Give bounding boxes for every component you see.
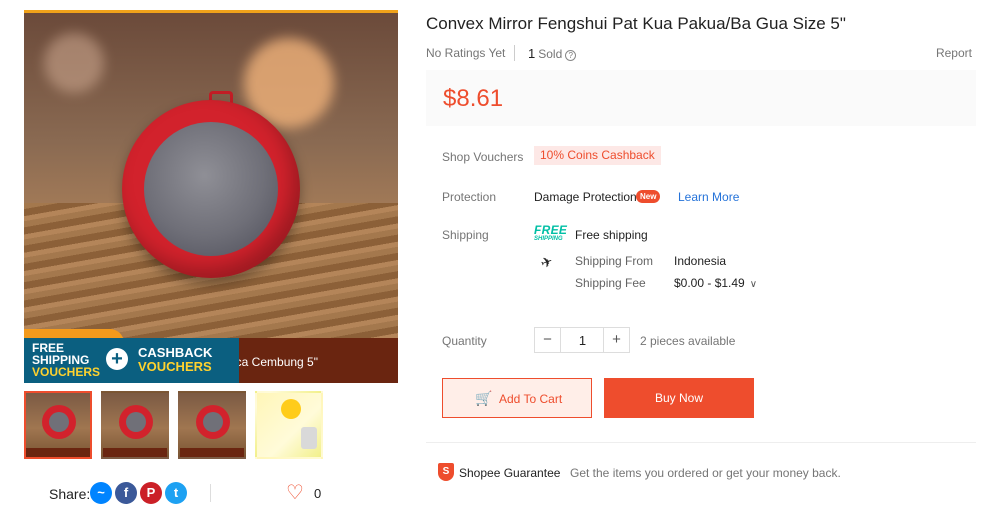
free-logo-text: SHIPPING [534, 236, 563, 242]
protection-label: Protection [442, 190, 497, 204]
shipping-fee-value: $0.00 - $1.49 [674, 276, 745, 290]
thumbnail-mirror [119, 405, 153, 439]
shipping-from-value: Indonesia [674, 254, 727, 268]
product-meta: No Ratings Yet 1 Sold? Report [426, 45, 976, 61]
decrease-quantity-button[interactable]: − [535, 328, 561, 352]
thumbnail-banner [103, 448, 167, 457]
free-logo-text: FREE [534, 223, 568, 237]
thumbnail-4[interactable] [255, 391, 323, 459]
stock-available: 2 pieces available [640, 334, 736, 348]
voucher-line: VOUCHERS [32, 365, 101, 379]
like-count: 0 [314, 486, 322, 501]
image-caption: aca Cembung 5" [229, 355, 318, 369]
price-box: $8.61 [426, 70, 976, 126]
divider [426, 442, 976, 443]
twitter-icon[interactable]: t [165, 482, 187, 504]
shipping-fee-label: Shipping Fee [575, 276, 646, 290]
thumbnail-2[interactable] [101, 391, 169, 459]
sold-count: 1 [528, 46, 536, 61]
free-shipping-icon: FREE SHIPPING [534, 223, 568, 244]
thumbnail-banner [180, 448, 244, 457]
thumbnail-banner [26, 448, 90, 457]
shipping-from-label: Shipping From [575, 254, 654, 268]
thumbnail-strip [24, 391, 398, 459]
cashback-vouchers-label: CASHBACK VOUCHERS [138, 346, 212, 374]
product-gallery: aca Cembung 5" FREE SHIPPING VOUCHERS + … [24, 10, 398, 459]
voucher-line: VOUCHERS [138, 359, 212, 374]
guarantee-text: Get the items you ordered or get your mo… [570, 466, 841, 480]
thumbnail-1[interactable] [24, 391, 92, 459]
shield-icon: S [438, 463, 454, 481]
shipping-label: Shipping [442, 228, 489, 242]
product-title: Convex Mirror Fengshui Pat Kua Pakua/Ba … [426, 14, 846, 33]
voucher-line: CASHBACK [138, 345, 213, 360]
truck-icon: ✈ [538, 252, 555, 272]
ratings-status[interactable]: No Ratings Yet [426, 46, 505, 60]
divider [210, 484, 211, 502]
quantity-input[interactable] [562, 328, 603, 352]
free-shipping-vouchers-label: FREE SHIPPING VOUCHERS [32, 342, 100, 378]
shipping-fee-dropdown[interactable]: $0.00 - $1.49 ∨ [674, 276, 757, 290]
plus-icon: + [106, 348, 128, 370]
quantity-stepper: − + [534, 327, 630, 353]
facebook-icon[interactable]: f [115, 482, 137, 504]
damage-protection-text: Damage Protection [534, 190, 637, 204]
main-product-image[interactable]: aca Cembung 5" FREE SHIPPING VOUCHERS + … [24, 10, 398, 383]
sold-info: 1 Sold? [528, 46, 577, 61]
coins-cashback-badge[interactable]: 10% Coins Cashback [534, 146, 661, 165]
heart-icon[interactable]: ♡ [286, 483, 304, 503]
question-icon[interactable]: ? [565, 50, 577, 61]
thumbnail-mirror [42, 405, 76, 439]
report-link[interactable]: Report [936, 46, 972, 60]
share-row: Share: ~ f P t ♡ 0 [24, 482, 398, 504]
sold-label: Sold [538, 47, 563, 61]
add-to-cart-button[interactable]: 🛒 Add To Cart [442, 378, 592, 418]
thumbnail-mirror [196, 405, 230, 439]
messenger-icon[interactable]: ~ [90, 482, 112, 504]
guarantee-title[interactable]: Shopee Guarantee [459, 466, 560, 480]
shop-vouchers-label: Shop Vouchers [442, 150, 524, 164]
learn-more-link[interactable]: Learn More [678, 190, 739, 204]
smiley-icon [281, 399, 301, 419]
mirror-glass [144, 122, 278, 256]
add-to-cart-label: Add To Cart [499, 392, 563, 406]
cart-icon: 🛒 [475, 390, 493, 406]
share-label: Share: [49, 486, 91, 502]
chevron-down-icon: ∨ [749, 279, 758, 290]
divider [514, 45, 515, 61]
new-badge: New [636, 190, 661, 203]
free-shipping-text: Free shipping [575, 228, 648, 242]
bubble-wrap-roll [301, 427, 317, 449]
convex-mirror [122, 100, 300, 278]
background-light [44, 33, 104, 93]
buy-now-button[interactable]: Buy Now [604, 378, 754, 418]
quantity-label: Quantity [442, 334, 487, 348]
thumbnail-3[interactable] [178, 391, 246, 459]
increase-quantity-button[interactable]: + [603, 328, 629, 352]
voucher-badge: FREE SHIPPING VOUCHERS + CASHBACK VOUCHE… [24, 338, 239, 383]
product-price: $8.61 [443, 85, 504, 112]
pinterest-icon[interactable]: P [140, 482, 162, 504]
